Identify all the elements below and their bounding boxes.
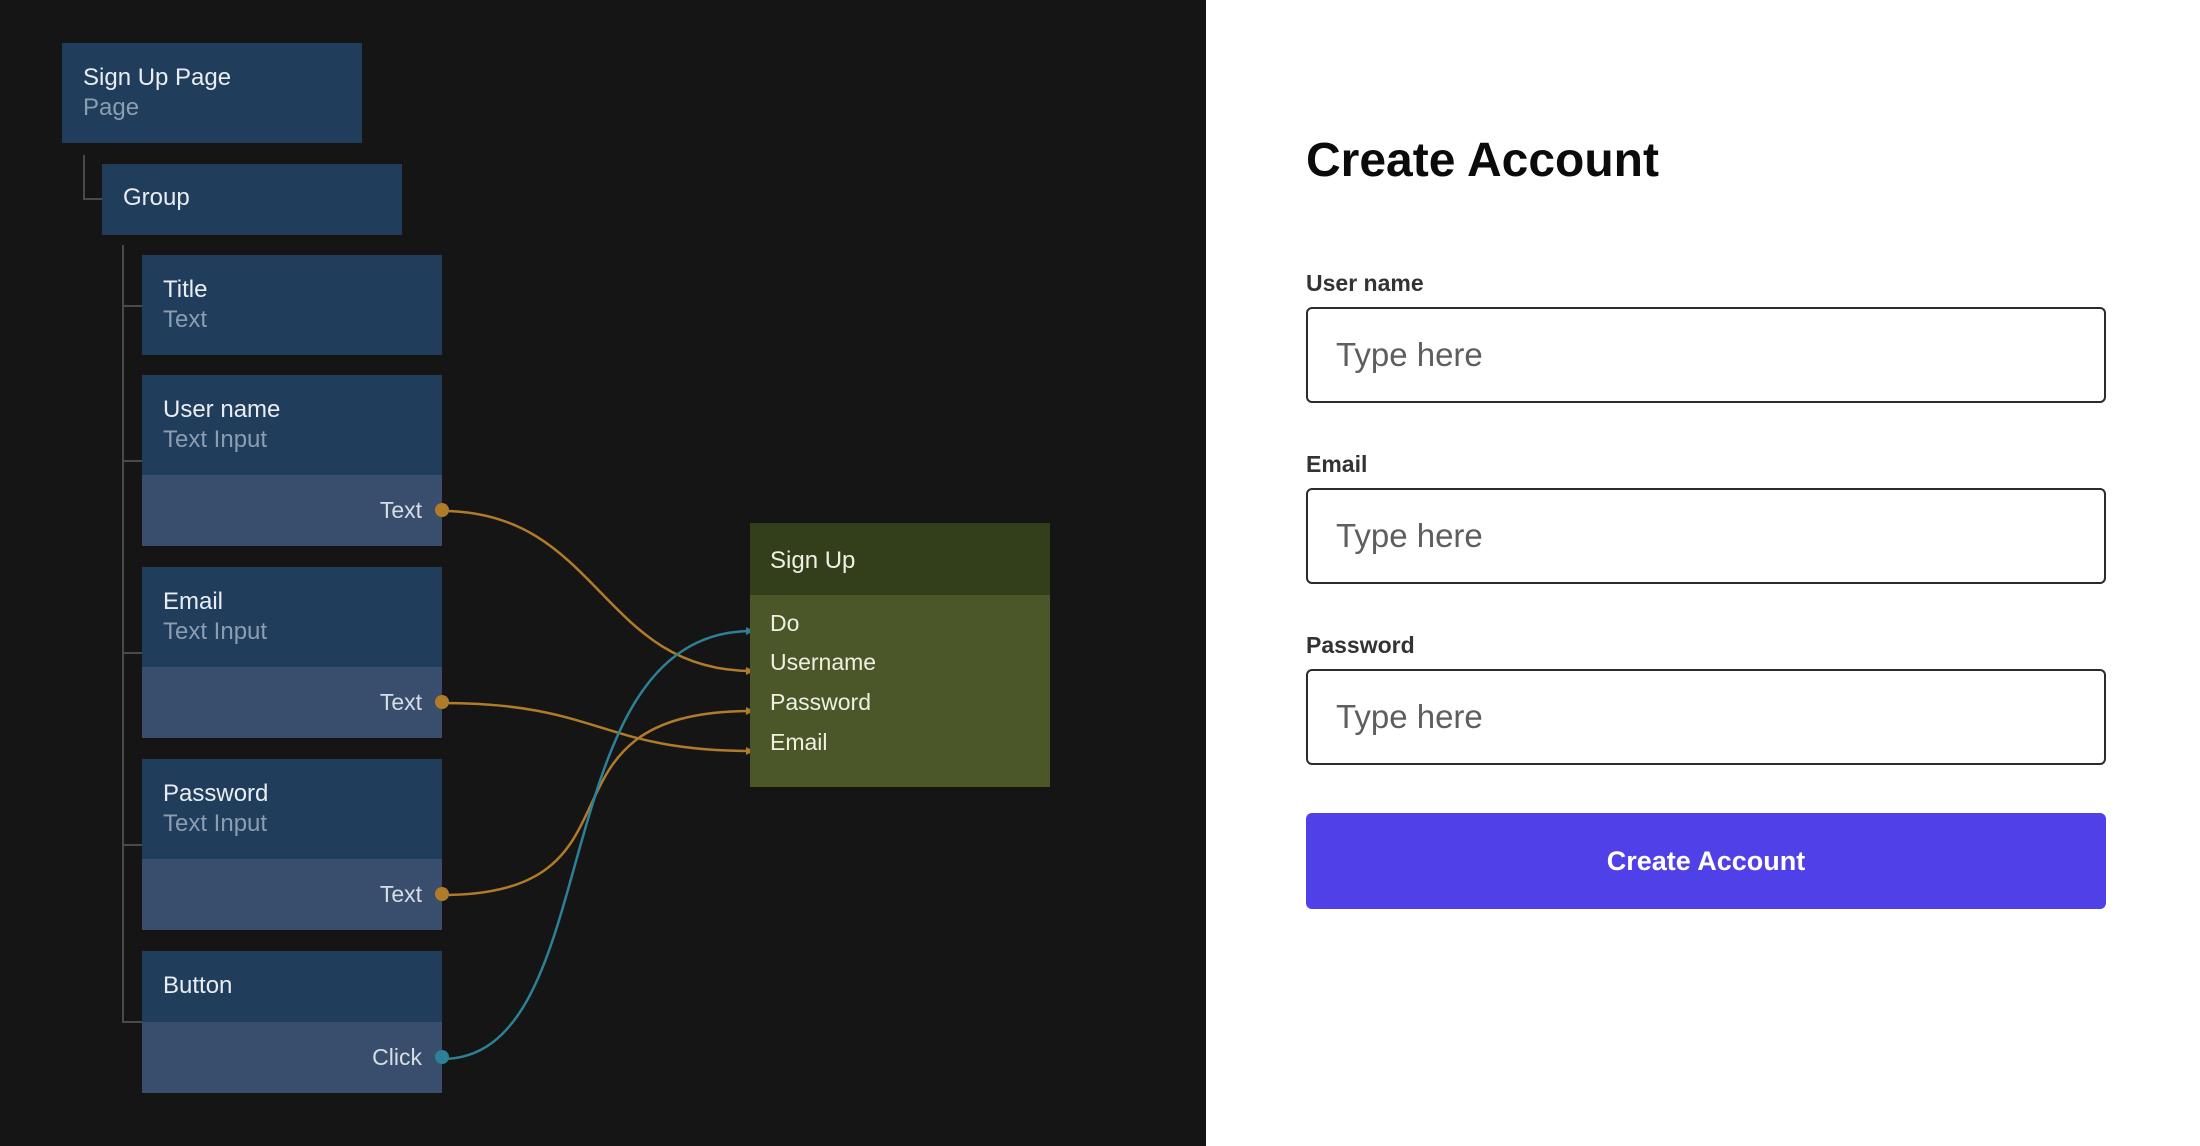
node-graph-panel: Sign Up Page Page Group Title Text User … xyxy=(0,0,1206,1146)
input-port-email[interactable]: Email xyxy=(770,727,828,757)
username-label: User name xyxy=(1306,270,1424,296)
form-preview-panel: Create Account User name Email Password … xyxy=(1206,0,2200,1146)
password-field[interactable] xyxy=(1306,669,2106,765)
username-field[interactable] xyxy=(1306,307,2106,403)
wire-username xyxy=(441,509,754,675)
wire-password xyxy=(441,707,754,897)
input-port-username[interactable]: Username xyxy=(770,647,876,677)
node-sign-up-action[interactable]: Sign Up Do Username Password Email xyxy=(750,523,1050,787)
email-label: Email xyxy=(1306,451,1368,477)
input-port-password[interactable]: Password xyxy=(770,687,871,717)
wire-email xyxy=(441,701,754,755)
node-title: Sign Up xyxy=(750,523,1050,595)
wire-click-do xyxy=(441,627,754,1061)
email-field[interactable] xyxy=(1306,488,2106,584)
create-account-button[interactable]: Create Account xyxy=(1306,813,2106,909)
password-label: Password xyxy=(1306,632,1415,658)
input-ports: Do Username Password Email xyxy=(750,595,1050,787)
page-title: Create Account xyxy=(1306,134,1659,187)
input-port-do[interactable]: Do xyxy=(770,608,799,638)
